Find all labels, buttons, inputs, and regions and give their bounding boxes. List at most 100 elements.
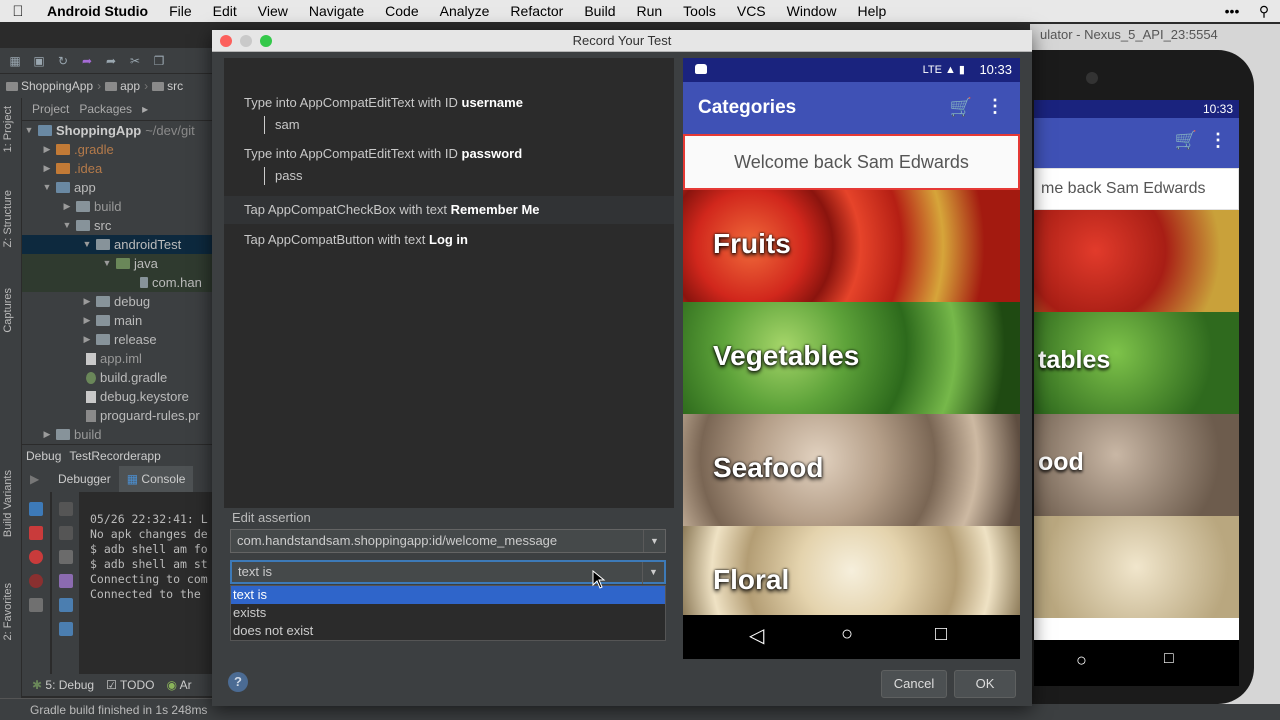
scroll-down-icon[interactable] [58, 526, 73, 540]
tab-packages[interactable]: Packages [79, 102, 132, 116]
event-item[interactable]: Tap AppCompatCheckBox with text Remember… [224, 196, 674, 224]
category-fruits[interactable]: Fruits [683, 190, 1020, 302]
welcome-message[interactable]: Welcome back Sam Edwards [683, 134, 1020, 190]
tree-node-build-gradle[interactable]: build.gradle [86, 368, 167, 387]
print-icon[interactable] [58, 598, 73, 612]
category-seafood[interactable]: Seafood [683, 414, 1020, 526]
chevron-right-icon[interactable]: ▸ [142, 102, 148, 116]
tree-node-build-root[interactable]: ▶ build [42, 425, 102, 444]
menu-analyze[interactable]: Analyze [429, 3, 500, 19]
menu-help[interactable]: Help [846, 3, 896, 19]
option-does-not-exist[interactable]: does not exist [231, 622, 665, 640]
minimize-window-icon[interactable] [240, 35, 252, 47]
tree-node-idea[interactable]: ▶ .idea [42, 159, 103, 178]
back-icon[interactable]: ◁ [749, 623, 764, 648]
tree-node-build[interactable]: ▶ build [62, 197, 122, 216]
menu-edit[interactable]: Edit [202, 3, 247, 19]
home-icon[interactable]: ○ [841, 623, 853, 646]
event-item[interactable]: Type into AppCompatEditText with ID user… [224, 92, 674, 134]
tree-node-package[interactable]: com.han [22, 273, 212, 292]
menu-code[interactable]: Code [374, 3, 428, 19]
tree-node-root[interactable]: ▼ ShoppingApp ~/dev/git [24, 121, 195, 140]
event-item[interactable]: Tap AppCompatButton with text Log in [224, 226, 674, 251]
cut-icon[interactable]: ✂ [126, 53, 144, 69]
tab-console[interactable]: ▦ Console [118, 466, 194, 492]
breadcrumb-app[interactable]: app [105, 79, 140, 93]
tree-node-proguard[interactable]: proguard-rules.pr [86, 406, 200, 425]
mute-breakpoints-icon[interactable] [29, 574, 43, 588]
tab-todo[interactable]: ☑ TODO [106, 678, 154, 692]
pause-icon[interactable] [29, 502, 43, 516]
sync-icon[interactable]: ↻ [54, 53, 72, 69]
help-button[interactable]: ? [228, 672, 248, 692]
tree-node-androidtest[interactable]: ▼ androidTest [22, 235, 212, 254]
tree-node-app[interactable]: ▼ app [42, 178, 96, 197]
save-icon[interactable]: ▣ [30, 53, 48, 69]
cancel-button[interactable]: Cancel [881, 670, 947, 698]
menu-build[interactable]: Build [573, 3, 625, 19]
resume-icon[interactable]: ▶ [22, 472, 50, 486]
scroll-to-end-icon[interactable] [58, 574, 73, 588]
menu-tools[interactable]: Tools [672, 3, 726, 19]
tree-node-main[interactable]: ▶ main [82, 311, 143, 330]
menu-file[interactable]: File [158, 3, 202, 19]
breadcrumb-src[interactable]: src [152, 79, 183, 93]
tool-tab-favorites[interactable]: 2: Favorites [2, 583, 14, 640]
emulator-category-fruits[interactable] [1034, 210, 1239, 312]
stop-icon[interactable] [29, 526, 43, 540]
tree-node-app-iml[interactable]: app.iml [86, 349, 142, 368]
close-window-icon[interactable] [220, 35, 232, 47]
tool-tab-build-variants[interactable]: Build Variants [2, 470, 14, 537]
tree-node-debug[interactable]: ▶ debug [82, 292, 151, 311]
tree-node-keystore[interactable]: debug.keystore [86, 387, 189, 406]
tool-tab-captures[interactable]: Captures [2, 288, 14, 333]
category-vegetables[interactable]: Vegetables [683, 302, 1020, 414]
apple-menu-icon[interactable]:  [0, 3, 36, 20]
open-folder-icon[interactable]: ▦ [6, 53, 24, 69]
tab-android[interactable]: ◉ Ar [166, 678, 191, 692]
breadcrumb-project[interactable]: ShoppingApp [6, 79, 93, 93]
redo-icon[interactable]: ➦ [102, 53, 120, 69]
scroll-up-icon[interactable] [58, 502, 73, 516]
menu-refactor[interactable]: Refactor [499, 3, 573, 19]
tab-debugger[interactable]: Debugger [50, 466, 119, 492]
menu-window[interactable]: Window [776, 3, 847, 19]
recents-icon[interactable]: □ [1164, 650, 1174, 668]
cart-icon[interactable]: 🛒 [1175, 130, 1197, 151]
option-exists[interactable]: exists [231, 604, 665, 622]
menu-view[interactable]: View [247, 3, 298, 19]
menu-vcs[interactable]: VCS [726, 3, 776, 19]
tree-node-gradle[interactable]: ▶ .gradle [42, 140, 114, 159]
trash-icon[interactable] [58, 622, 73, 636]
tool-tab-project[interactable]: 1: Project [2, 106, 14, 152]
tool-tab-structure[interactable]: Z: Structure [2, 190, 14, 247]
emulator-category-floral[interactable] [1034, 516, 1239, 618]
camera-icon[interactable] [29, 598, 43, 612]
category-floral[interactable]: Floral [683, 526, 1020, 616]
tree-node-release[interactable]: ▶ release [82, 330, 157, 349]
tab-debug[interactable]: ✱ 5: Debug [32, 678, 94, 692]
overflow-menu-icon[interactable]: ⋮ [986, 96, 1004, 117]
event-item[interactable]: Type into AppCompatEditText with ID pass… [224, 143, 674, 185]
spotlight-search-icon[interactable]: ⚲ [1248, 3, 1280, 20]
copy-icon[interactable]: ❐ [150, 53, 168, 69]
undo-icon[interactable]: ➦ [78, 53, 96, 69]
tab-project[interactable]: Project [32, 102, 69, 116]
cart-icon[interactable]: 🛒 [950, 97, 972, 118]
debug-config[interactable]: TestRecorderapp [69, 449, 160, 463]
assertion-element-select[interactable]: com.handstandsam.shoppingapp:id/welcome_… [230, 529, 666, 553]
recents-icon[interactable]: □ [935, 623, 947, 646]
soft-wrap-icon[interactable] [58, 550, 73, 564]
more-icon[interactable]: ••• [1216, 3, 1248, 19]
ok-button[interactable]: OK [954, 670, 1016, 698]
menu-run[interactable]: Run [625, 3, 672, 19]
menu-app-name[interactable]: Android Studio [36, 3, 158, 19]
menu-navigate[interactable]: Navigate [298, 3, 374, 19]
emulator-category-vegetables[interactable]: tables [1034, 312, 1239, 414]
zoom-window-icon[interactable] [260, 35, 272, 47]
tree-node-src[interactable]: ▼ src [62, 216, 112, 235]
breakpoints-icon[interactable] [29, 550, 43, 564]
emulator-screen[interactable]: 10:33 🛒 ⋮ me back Sam Edwards tables ood [1034, 100, 1239, 660]
emulator-category-seafood[interactable]: ood [1034, 414, 1239, 516]
device-preview[interactable]: LTE ▲ ▮ 10:33 Categories 🛒 ⋮ Welcome bac… [683, 58, 1020, 659]
